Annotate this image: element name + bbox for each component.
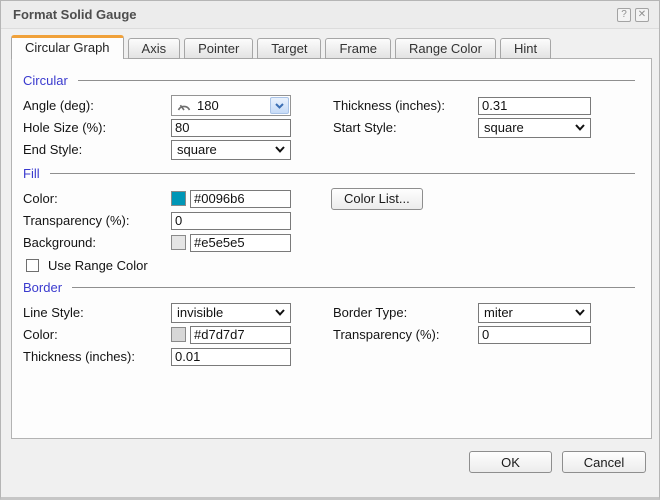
chevron-down-icon [275, 146, 285, 153]
border-color-label: Color: [23, 327, 171, 342]
border-transparency-label: Transparency (%): [333, 327, 478, 342]
row-use-range-color: Use Range Color [26, 256, 637, 274]
title-bar: Format Solid Gauge ? ✕ [1, 1, 659, 29]
section-header-fill: Fill [23, 165, 637, 181]
border-thickness-input[interactable] [171, 348, 291, 366]
color-list-button[interactable]: Color List... [331, 188, 423, 210]
tab-axis[interactable]: Axis [128, 38, 181, 59]
row-fill-color: Color: Color List... [23, 188, 637, 209]
background-color-input[interactable] [190, 234, 291, 252]
background-color-swatch[interactable] [171, 235, 186, 250]
border-transparency-input[interactable] [478, 326, 591, 344]
section-title-fill: Fill [23, 166, 40, 181]
thickness-input[interactable] [478, 97, 591, 115]
help-icon: ? [621, 9, 627, 20]
background-label: Background: [23, 235, 171, 250]
tab-circular-graph[interactable]: Circular Graph [11, 35, 124, 59]
close-icon: ✕ [638, 9, 646, 20]
border-color-swatch[interactable] [171, 327, 186, 342]
fill-color-label: Color: [23, 191, 171, 206]
end-style-select[interactable]: square [171, 140, 291, 160]
thickness-label: Thickness (inches): [333, 98, 478, 113]
circular-graph-panel: Circular Angle (deg): 180 [11, 58, 652, 439]
gauge-arc-icon [176, 99, 192, 112]
format-solid-gauge-dialog: Format Solid Gauge ? ✕ Circular Graph Ax… [0, 0, 660, 500]
line-style-value: invisible [177, 305, 223, 320]
chevron-down-icon [575, 309, 585, 316]
border-color-input[interactable] [190, 326, 291, 344]
border-type-select[interactable]: miter [478, 303, 591, 323]
section-title-circular: Circular [23, 73, 68, 88]
start-style-label: Start Style: [333, 120, 478, 135]
use-range-color-checkbox[interactable] [26, 259, 39, 272]
row-border-thickness: Thickness (inches): [23, 346, 637, 367]
fill-transparency-input[interactable] [171, 212, 291, 230]
start-style-value: square [484, 120, 524, 135]
use-range-color-label: Use Range Color [48, 258, 148, 273]
tab-strip: Circular Graph Axis Pointer Target Frame… [11, 35, 551, 59]
tab-frame[interactable]: Frame [325, 38, 391, 59]
row-linestyle-bordertype: Line Style: invisible Border Type: miter [23, 302, 637, 323]
line-style-select[interactable]: invisible [171, 303, 291, 323]
section-divider [50, 173, 635, 174]
row-holesize-startstyle: Hole Size (%): Start Style: square [23, 117, 637, 138]
close-button[interactable]: ✕ [635, 8, 649, 22]
fill-color-swatch[interactable] [171, 191, 186, 206]
fill-transparency-label: Transparency (%): [23, 213, 171, 228]
row-endstyle: End Style: square [23, 139, 637, 160]
border-type-value: miter [484, 305, 513, 320]
border-type-label: Border Type: [333, 305, 478, 320]
row-fill-transparency: Transparency (%): [23, 210, 637, 231]
tab-range-color[interactable]: Range Color [395, 38, 496, 59]
section-divider [72, 287, 635, 288]
fill-color-input[interactable] [190, 190, 291, 208]
dialog-title: Format Solid Gauge [13, 7, 613, 22]
row-bordercolor-transparency: Color: Transparency (%): [23, 324, 637, 345]
tab-target[interactable]: Target [257, 38, 321, 59]
angle-label: Angle (deg): [23, 98, 171, 113]
angle-combobox[interactable]: 180 [171, 95, 291, 116]
chevron-down-icon [575, 124, 585, 131]
chevron-down-icon [275, 103, 284, 109]
ok-button[interactable]: OK [469, 451, 552, 473]
cancel-button[interactable]: Cancel [562, 451, 646, 473]
tab-pointer[interactable]: Pointer [184, 38, 253, 59]
end-style-value: square [177, 142, 217, 157]
row-angle-thickness: Angle (deg): 180 Thickness (inches): [23, 95, 637, 116]
section-divider [78, 80, 635, 81]
row-background: Background: [23, 232, 637, 253]
footer-buttons: OK Cancel [469, 451, 646, 473]
hole-size-input[interactable] [171, 119, 291, 137]
angle-dropdown-button[interactable] [270, 97, 289, 114]
start-style-select[interactable]: square [478, 118, 591, 138]
border-thickness-label: Thickness (inches): [23, 349, 171, 364]
angle-value: 180 [197, 98, 270, 113]
help-button[interactable]: ? [617, 8, 631, 22]
section-header-border: Border [23, 279, 637, 295]
end-style-label: End Style: [23, 142, 171, 157]
hole-size-label: Hole Size (%): [23, 120, 171, 135]
line-style-label: Line Style: [23, 305, 171, 320]
section-title-border: Border [23, 280, 62, 295]
tab-hint[interactable]: Hint [500, 38, 551, 59]
chevron-down-icon [275, 309, 285, 316]
section-header-circular: Circular [23, 72, 637, 88]
